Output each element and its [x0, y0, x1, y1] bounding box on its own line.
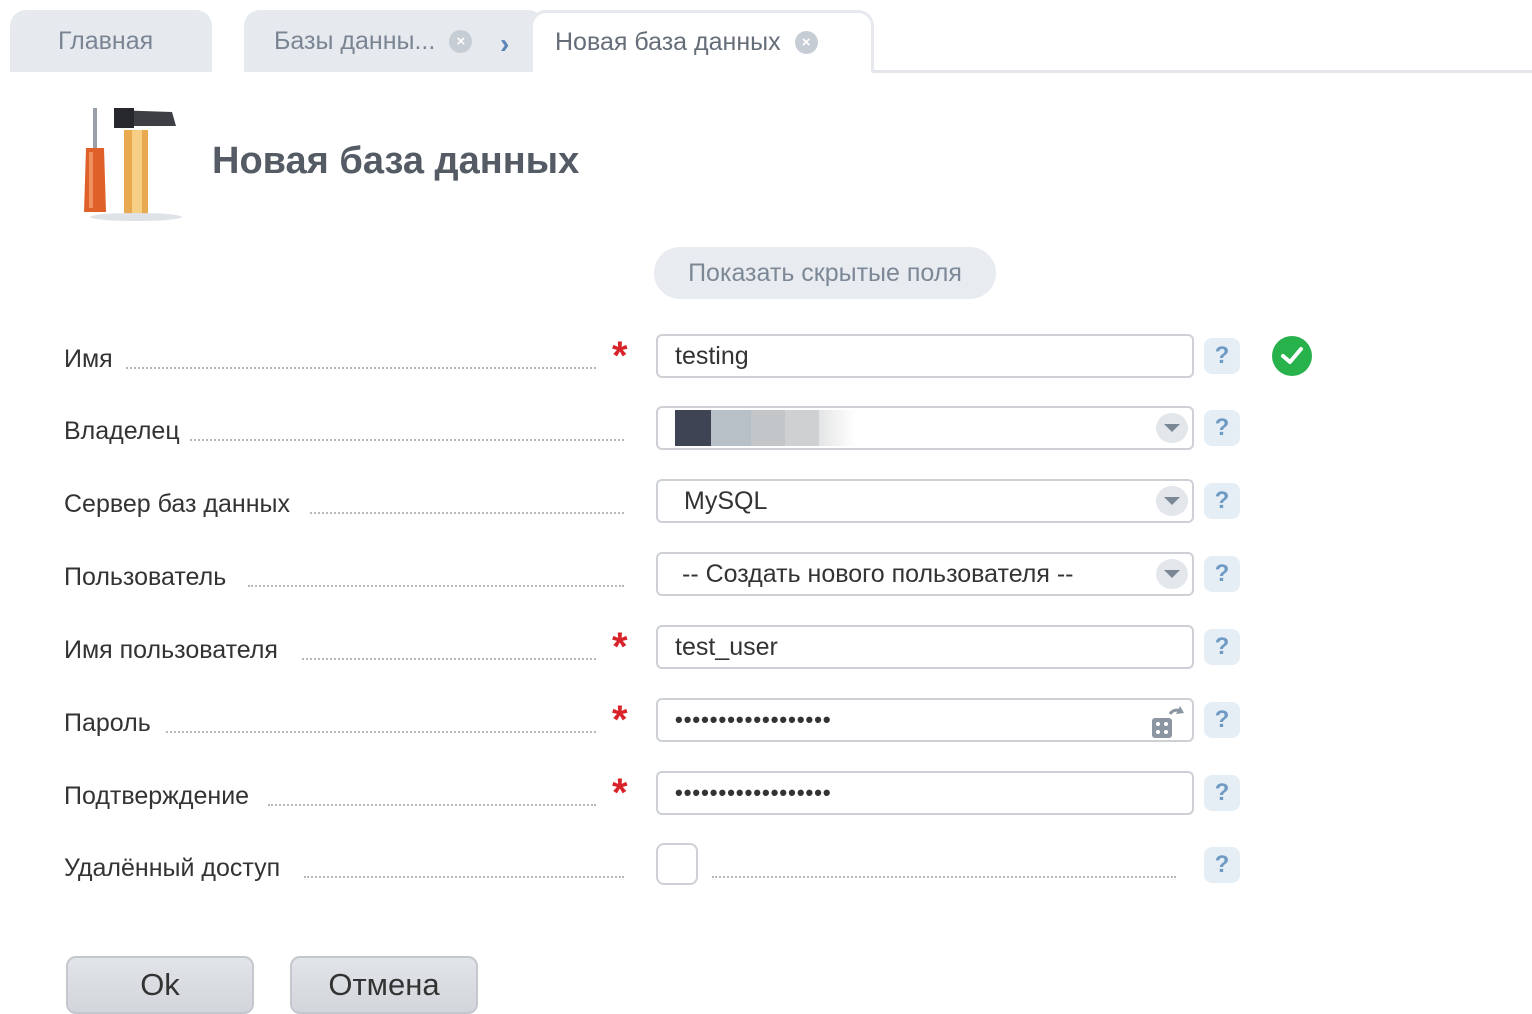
- chevron-right-icon: ›: [500, 28, 510, 59]
- form-row-username: Имя пользователя * test_user ?: [0, 625, 1532, 675]
- chevron-down-icon[interactable]: [1156, 413, 1188, 443]
- owner-select[interactable]: [656, 406, 1194, 450]
- help-icon[interactable]: ?: [1204, 629, 1240, 665]
- name-label: Имя: [64, 344, 113, 373]
- tab-databases-label: Базы данны...: [274, 26, 436, 55]
- close-icon[interactable]: ×: [449, 29, 473, 53]
- tools-icon: [84, 108, 182, 221]
- tab-new-database[interactable]: Новая база данных ×: [530, 10, 874, 72]
- server-label: Сервер баз данных: [64, 489, 290, 518]
- chevron-down-icon[interactable]: [1156, 486, 1188, 516]
- dotted-leader: [712, 876, 1176, 878]
- help-icon[interactable]: ?: [1204, 847, 1240, 883]
- help-icon[interactable]: ?: [1204, 775, 1240, 811]
- dotted-leader: [302, 658, 596, 660]
- owner-label: Владелец: [64, 416, 180, 445]
- tab-home-label: Главная: [58, 26, 154, 55]
- help-icon[interactable]: ?: [1204, 702, 1240, 738]
- dotted-leader: [268, 804, 596, 806]
- tab-home[interactable]: Главная: [10, 10, 212, 72]
- form-row-server: Сервер баз данных MySQL ?: [0, 479, 1532, 529]
- form-row-password: Пароль * •••••••••••••••••• ?: [0, 698, 1532, 748]
- required-mark: *: [612, 771, 628, 815]
- dotted-leader: [248, 585, 624, 587]
- remote-access-checkbox[interactable]: [656, 843, 698, 885]
- dotted-leader: [126, 367, 596, 369]
- dotted-leader: [190, 439, 624, 441]
- form-row-confirm: Подтверждение * •••••••••••••••••• ?: [0, 771, 1532, 821]
- confirm-password-value: ••••••••••••••••••: [675, 780, 832, 805]
- server-select-value: MySQL: [684, 486, 768, 515]
- required-mark: *: [612, 334, 628, 378]
- form-row-user: Пользователь -- Создать нового пользоват…: [0, 552, 1532, 602]
- help-icon[interactable]: ?: [1204, 556, 1240, 592]
- required-mark: *: [612, 698, 628, 742]
- name-input[interactable]: testing: [656, 334, 1194, 378]
- help-icon[interactable]: ?: [1204, 483, 1240, 519]
- page-title: Новая база данных: [212, 140, 580, 182]
- server-select[interactable]: MySQL: [656, 479, 1194, 523]
- confirm-password-input[interactable]: ••••••••••••••••••: [656, 771, 1194, 815]
- tab-bar: Главная Базы данны... × › Новая база дан…: [0, 0, 1532, 74]
- show-hidden-fields-button[interactable]: Показать скрытые поля: [654, 247, 996, 299]
- remote-access-label: Удалённый доступ: [64, 853, 281, 882]
- chevron-down-icon[interactable]: [1156, 559, 1188, 589]
- dotted-leader: [310, 512, 624, 514]
- tab-databases[interactable]: Базы данны... ×: [244, 10, 544, 72]
- help-icon[interactable]: ?: [1204, 338, 1240, 374]
- redacted-owner-value: [675, 410, 855, 446]
- user-select[interactable]: -- Создать нового пользователя --: [656, 552, 1194, 596]
- form-row-name: Имя * testing ?: [0, 334, 1532, 384]
- password-label: Пароль: [64, 708, 151, 737]
- confirm-label: Подтверждение: [64, 781, 250, 810]
- user-label: Пользователь: [64, 562, 227, 591]
- check-icon: [1272, 336, 1312, 376]
- ok-button[interactable]: Ok: [66, 956, 254, 1014]
- password-input[interactable]: ••••••••••••••••••: [656, 698, 1194, 742]
- generate-password-icon[interactable]: [1150, 702, 1186, 740]
- close-icon[interactable]: ×: [794, 31, 818, 54]
- required-mark: *: [612, 625, 628, 669]
- cancel-button[interactable]: Отмена: [290, 956, 478, 1014]
- tab-new-database-label: Новая база данных: [555, 28, 781, 56]
- tab-divider: [872, 70, 1532, 73]
- form-row-remote: Удалённый доступ ?: [0, 843, 1532, 893]
- help-icon[interactable]: ?: [1204, 410, 1240, 446]
- username-label: Имя пользователя: [64, 635, 278, 664]
- user-select-value: -- Создать нового пользователя --: [682, 559, 1074, 588]
- password-value: ••••••••••••••••••: [675, 707, 832, 732]
- form-row-owner: Владелец ?: [0, 406, 1532, 456]
- dotted-leader: [166, 731, 596, 733]
- dotted-leader: [304, 876, 624, 878]
- username-input[interactable]: test_user: [656, 625, 1194, 669]
